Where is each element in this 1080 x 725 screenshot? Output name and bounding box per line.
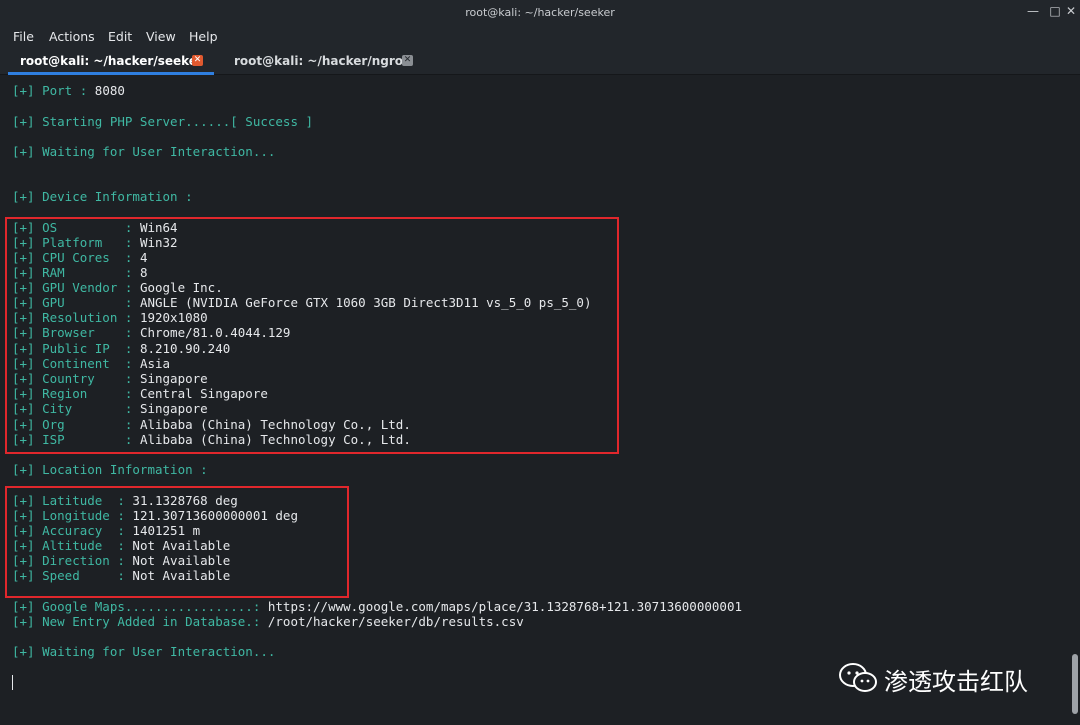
tab-close-icon[interactable]: ✕ [402,55,413,66]
line-label: Device Information : [34,189,193,204]
terminal-line-port: [+] Port : 8080 [12,83,125,98]
tab-close-icon[interactable]: ✕ [192,55,203,66]
line-prefix: [+] [12,114,35,129]
line-prefix: [+] [12,83,35,98]
line-prefix: [+] [12,189,35,204]
line-prefix: [+] [12,644,35,659]
wechat-icon [839,663,877,692]
scrollbar-track[interactable] [1068,75,1080,725]
line-label: Google Maps.................: [34,599,268,614]
line-prefix: [+] [12,599,35,614]
window-titlebar: root@kali: ~/hacker/seeker — □ ✕ [0,0,1080,26]
watermark-text: 渗透攻击红队 [884,668,1028,696]
menu-help[interactable]: Help [189,29,218,44]
line-label: Waiting for User Interaction... [34,144,276,159]
device-info-highlight-box [5,217,619,454]
tab-ngrok-label: root@kali: ~/hacker/ngrok [234,54,411,68]
terminal-line-google-maps: [+] Google Maps.................: https:… [12,599,742,614]
close-window-icon[interactable]: ✕ [1062,4,1080,18]
tab-seeker-label: root@kali: ~/hacker/seeker [20,54,203,68]
scrollbar-thumb[interactable] [1072,654,1078,714]
menu-file[interactable]: File [13,29,34,44]
line-label: Waiting for User Interaction... [34,644,276,659]
google-maps-link[interactable]: https://www.google.com/maps/place/31.132… [268,599,742,614]
terminal-output[interactable]: [+] Port : 8080 [+] Starting PHP Server.… [0,75,1068,725]
tab-bar: root@kali: ~/hacker/seeker ✕ root@kali: … [0,48,1080,75]
line-label: Location Information : [34,462,208,477]
line-label: Starting PHP Server......[ Success ] [34,114,314,129]
line-prefix: [+] [12,462,35,477]
text-cursor [12,675,13,690]
terminal-line-location-header: [+] Location Information : [12,462,208,477]
minimize-icon[interactable]: — [1024,4,1042,18]
line-prefix: [+] [12,614,35,629]
line-prefix: [+] [12,144,35,159]
menu-edit[interactable]: Edit [108,29,132,44]
menu-actions[interactable]: Actions [49,29,95,44]
terminal-line-device-header: [+] Device Information : [12,189,193,204]
terminal-line-waiting: [+] Waiting for User Interaction... [12,144,275,159]
window-title: root@kali: ~/hacker/seeker [465,6,615,19]
tab-seeker[interactable]: root@kali: ~/hacker/seeker ✕ [8,48,214,75]
tab-ngrok[interactable]: root@kali: ~/hacker/ngrok ✕ [222,48,422,74]
terminal-line-database: [+] New Entry Added in Database.: /root/… [12,614,524,629]
line-value: /root/hacker/seeker/db/results.csv [267,614,524,629]
menu-bar: File Actions Edit View Help [0,26,1080,48]
line-label: New Entry Added in Database.: [34,614,268,629]
line-label: Port : [34,83,95,98]
location-info-highlight-box [5,486,349,598]
terminal-line-php: [+] Starting PHP Server......[ Success ] [12,114,313,129]
terminal-line-waiting-2: [+] Waiting for User Interaction... [12,644,275,659]
menu-view[interactable]: View [146,29,176,44]
line-value: 8080 [94,83,125,98]
